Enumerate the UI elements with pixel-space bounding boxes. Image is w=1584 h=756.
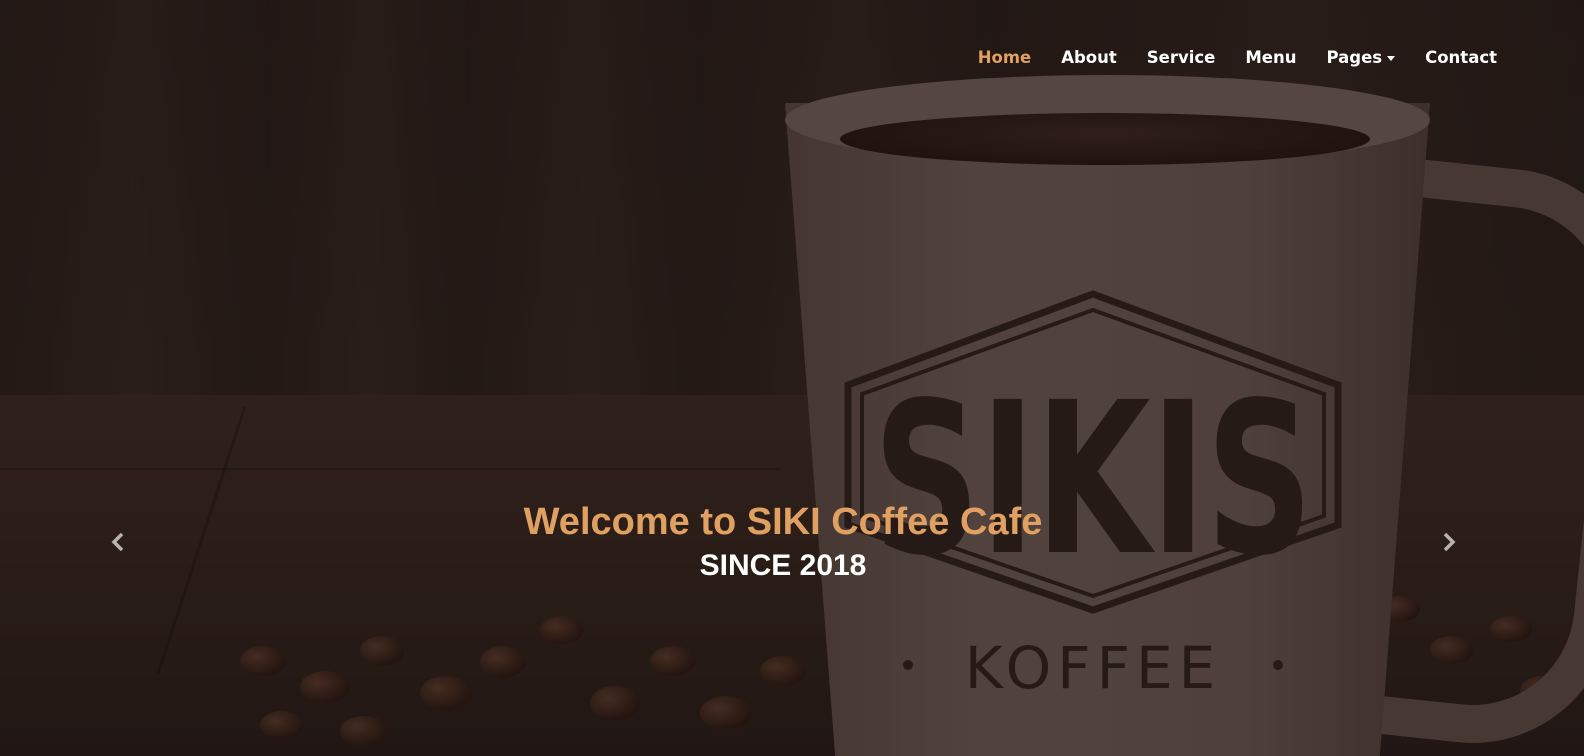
nav-about[interactable]: About [1046,42,1132,73]
hero-title: Welcome to SIKI Coffee Cafe [523,501,1043,543]
carousel-prev-button[interactable] [103,525,133,559]
hero-carousel: SIKIS KOFFEE Home About Service Menu Pag… [0,0,1584,756]
main-navbar: Home About Service Menu Pages Contact [963,42,1512,73]
nav-contact-label: Contact [1425,48,1497,67]
chevron-left-icon [111,532,124,552]
nav-about-label: About [1061,48,1117,67]
nav-contact[interactable]: Contact [1410,42,1512,73]
hero-subtitle: SINCE 2018 [699,549,867,582]
nav-menu[interactable]: Menu [1230,42,1311,73]
nav-service-label: Service [1146,48,1216,67]
nav-service[interactable]: Service [1132,42,1231,73]
chevron-right-icon [1443,532,1456,552]
nav-menu-label: Menu [1245,48,1297,67]
hero-overlay [0,0,1584,756]
nav-pages-dropdown[interactable]: Pages [1312,42,1411,73]
nav-pages-label: Pages [1326,48,1383,67]
carousel-next-button[interactable] [1434,525,1464,559]
carousel-caption: Welcome to SIKI Coffee Cafe SINCE 2018 [0,498,1566,586]
nav-home[interactable]: Home [963,42,1047,73]
caret-down-icon [1387,56,1396,61]
nav-home-label: Home [977,48,1032,67]
